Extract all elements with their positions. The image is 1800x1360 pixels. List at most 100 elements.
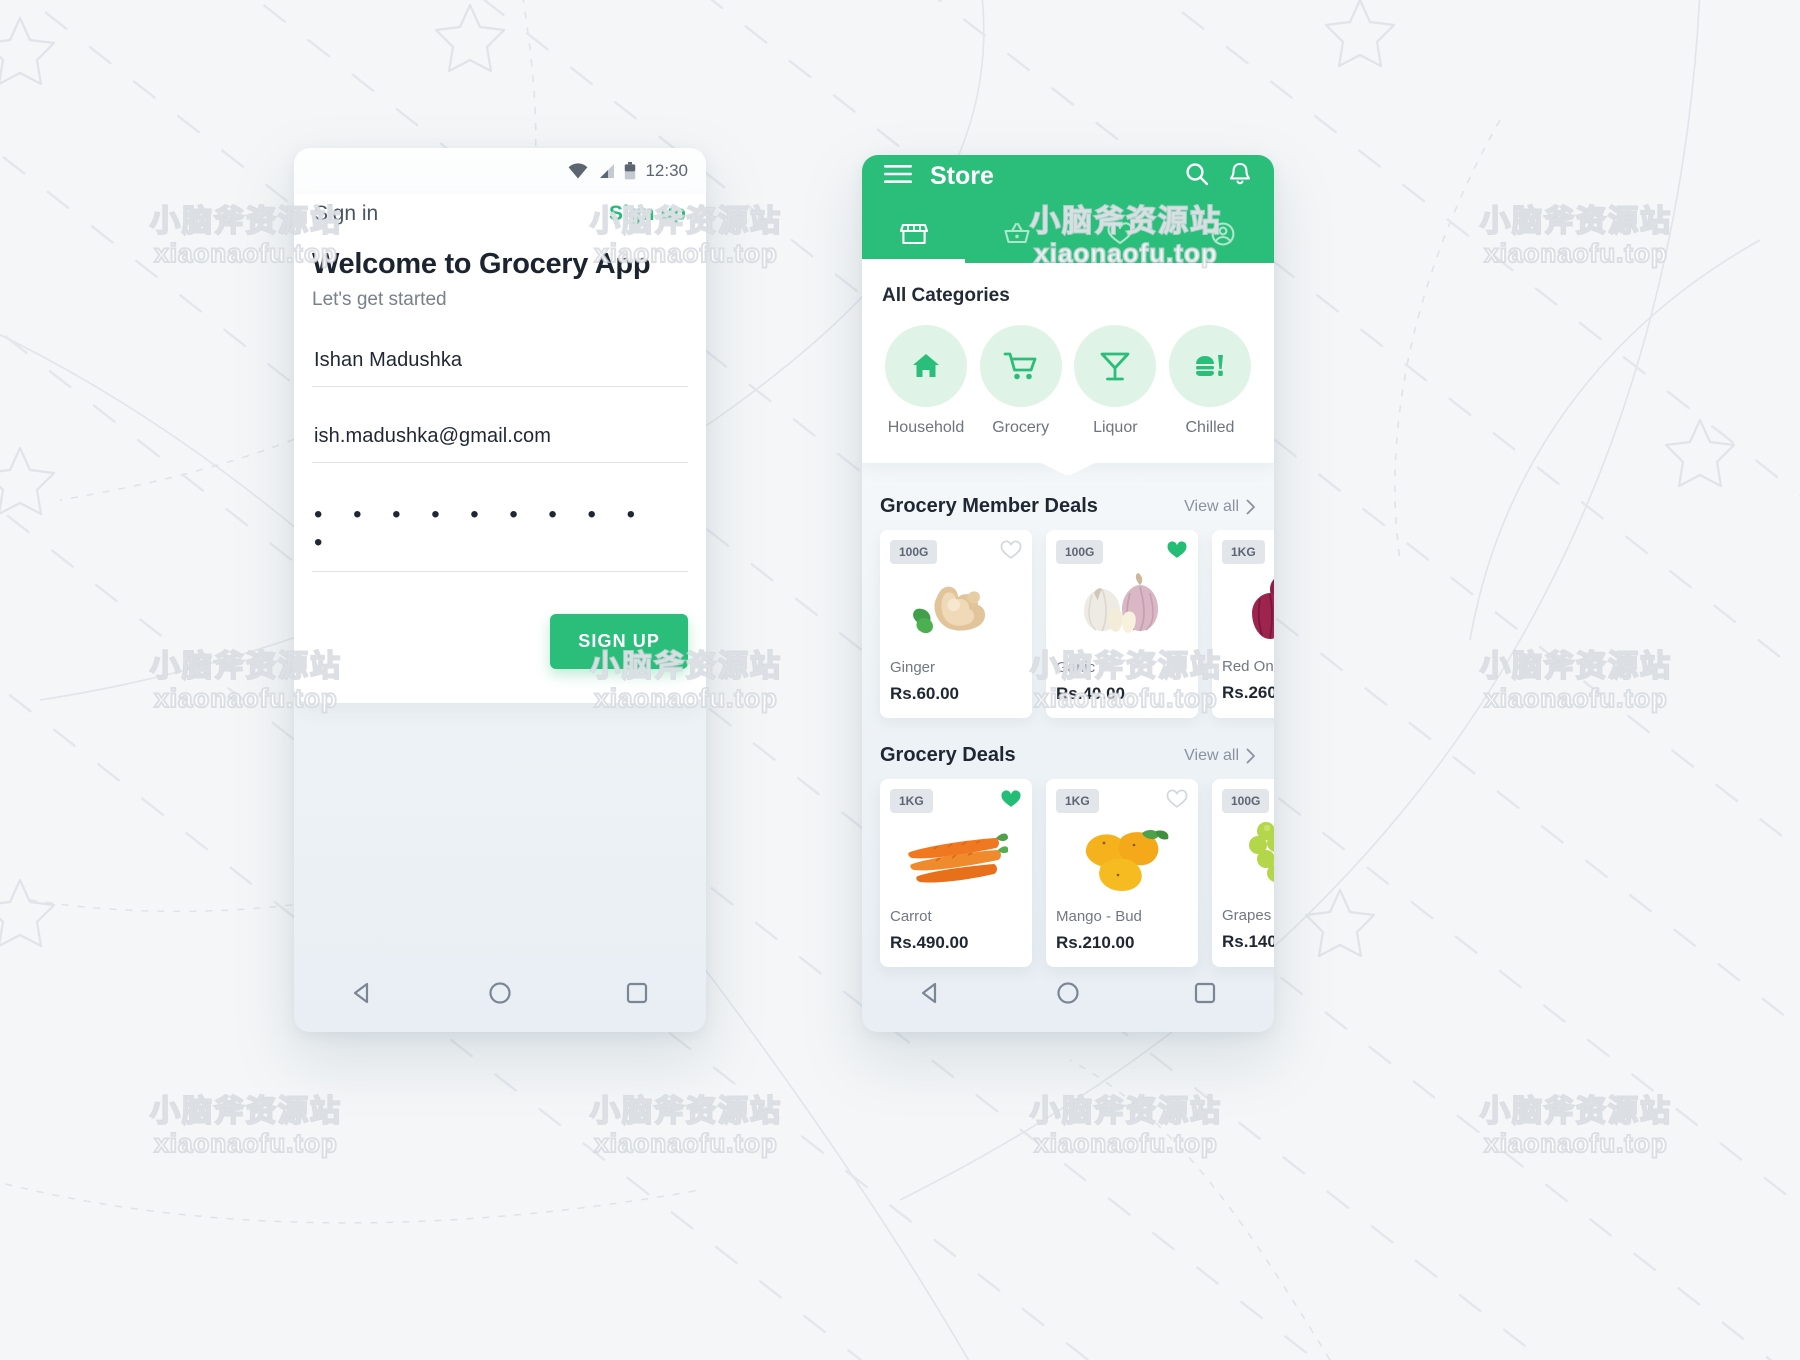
section-header-member-deals: Grocery Member Deals View all: [862, 485, 1274, 530]
product-price: Rs.210.00: [1056, 933, 1135, 952]
ginger-image: [890, 567, 1022, 649]
shopping-cart-icon: [979, 325, 1062, 407]
weight-badge: 1KG: [890, 789, 933, 813]
back-icon[interactable]: [350, 980, 376, 1011]
card-top: 1KG: [890, 789, 1022, 814]
product-price: Rs.260.00: [1222, 683, 1274, 702]
field-underline: [312, 571, 688, 572]
category-label: Household: [887, 419, 965, 436]
tab-sign-up[interactable]: Sign up: [609, 202, 686, 226]
categories-title: All Categories: [882, 285, 1010, 306]
password-field[interactable]: • • • • • • • • • •: [312, 501, 688, 571]
favorite-heart-filled-icon[interactable]: [1166, 540, 1188, 565]
store-content: Grocery Member Deals View all 100G Ginge…: [862, 485, 1274, 991]
section-header-grocery-deals: Grocery Deals View all: [862, 734, 1274, 779]
tab-store[interactable]: [862, 205, 965, 263]
categories-row: Household Grocery Liquor Chilled: [882, 325, 1254, 437]
category-grocery[interactable]: Grocery: [977, 325, 1065, 437]
weight-badge: 100G: [1222, 789, 1270, 813]
view-all-label: View all: [1184, 497, 1239, 515]
product-name: Carrot: [890, 908, 932, 925]
categories-card: All Categories Household Grocery Liquor …: [862, 263, 1274, 463]
product-price: Rs.490.00: [890, 933, 969, 952]
card-top: 100G: [1056, 540, 1188, 565]
page-subtitle: Let's get started: [312, 289, 447, 310]
search-icon[interactable]: [1184, 161, 1210, 192]
page-title: Store: [930, 161, 994, 190]
product-name: Red Onions: [1222, 658, 1274, 675]
recents-icon[interactable]: [624, 980, 650, 1011]
android-nav-bar: [862, 958, 1274, 1032]
notification-bell-icon[interactable]: [1228, 161, 1252, 192]
category-label: Grocery: [992, 419, 1050, 436]
card-top: 100G: [1222, 789, 1274, 813]
favorite-heart-outline-icon[interactable]: [1000, 540, 1022, 565]
tab-sign-in[interactable]: Sign in: [314, 202, 378, 226]
hamburger-menu-icon[interactable]: [884, 164, 912, 189]
full-name-field-group: Ishan Madushka: [312, 349, 688, 387]
category-label: Chilled: [1185, 419, 1235, 436]
category-chilled[interactable]: Chilled: [1166, 325, 1254, 437]
sign-up-button[interactable]: SIGN UP: [550, 614, 688, 669]
page-title: Welcome to Grocery App: [312, 248, 651, 280]
auth-tabs: Sign in Sign up: [312, 194, 688, 248]
bottom-sheet-handle[interactable]: [862, 459, 1274, 485]
product-card[interactable]: 100G Ginger Rs.60.00: [880, 530, 1032, 718]
red-onions-image: [1222, 566, 1274, 648]
store-app-bar: Store: [862, 155, 1274, 263]
full-name-field[interactable]: Ishan Madushka: [312, 349, 688, 386]
product-row-member-deals: 100G Ginger Rs.60.00 100G Garlic Rs.40.0…: [862, 530, 1274, 734]
view-all-link[interactable]: View all: [1184, 747, 1256, 765]
product-card[interactable]: 1KG: [1212, 530, 1274, 718]
weight-badge: 100G: [890, 540, 938, 564]
favorite-heart-filled-icon[interactable]: [1000, 789, 1022, 814]
product-name: Grapes - Gree: [1222, 907, 1274, 924]
tab-basket[interactable]: [965, 205, 1068, 263]
product-price: Rs.60.00: [890, 684, 959, 703]
home-icon[interactable]: [487, 980, 513, 1011]
product-card[interactable]: 100G: [1212, 779, 1274, 967]
product-name: Ginger: [890, 659, 936, 676]
product-card[interactable]: 100G: [1046, 530, 1198, 718]
home-icon[interactable]: [1055, 980, 1081, 1011]
weight-badge: 1KG: [1222, 540, 1265, 564]
view-all-label: View all: [1184, 746, 1239, 764]
product-card[interactable]: 1KG: [1046, 779, 1198, 967]
home-icon: [885, 325, 967, 407]
status-bar: 12:30: [294, 148, 706, 194]
grapes-image: [1222, 815, 1274, 897]
category-household[interactable]: Household: [882, 325, 970, 437]
card-top: 1KG: [1222, 540, 1274, 564]
tab-favorites[interactable]: [1068, 205, 1171, 263]
store-tab-bar: [862, 205, 1274, 263]
view-all-link[interactable]: View all: [1184, 498, 1256, 516]
email-field[interactable]: ish.madushka@gmail.com: [312, 425, 688, 462]
signal-icon: [600, 164, 615, 178]
weight-badge: 1KG: [1056, 789, 1099, 813]
app-bar-row: Store: [862, 155, 1274, 205]
mango-image: [1056, 816, 1188, 898]
product-card[interactable]: 1KG Carrot Rs.490.00: [880, 779, 1032, 967]
category-liquor[interactable]: Liquor: [1071, 325, 1159, 437]
field-underline: [312, 386, 688, 387]
android-nav-bar: [294, 958, 706, 1032]
card-top: 100G: [890, 540, 1022, 565]
signup-card: Sign in Sign up Welcome to Grocery App L…: [294, 194, 706, 703]
carrot-image: [890, 816, 1022, 898]
wifi-icon: [569, 163, 588, 179]
product-price: Rs.140.00: [1222, 932, 1274, 951]
favorite-heart-outline-icon[interactable]: [1166, 789, 1188, 814]
garlic-image: [1056, 567, 1188, 649]
section-title: Grocery Deals: [880, 744, 1016, 766]
chevron-right-icon: [1246, 499, 1255, 514]
card-top: 1KG: [1056, 789, 1188, 814]
product-row-grocery-deals: 1KG Carrot Rs.490.00 1KG Mango - Bud Rs.…: [862, 779, 1274, 983]
category-label: Liquor: [1093, 419, 1138, 436]
back-icon[interactable]: [918, 980, 944, 1011]
product-name: Garlic: [1056, 659, 1096, 676]
section-title: Grocery Member Deals: [880, 495, 1098, 517]
tab-account[interactable]: [1171, 205, 1274, 263]
recents-icon[interactable]: [1192, 980, 1218, 1011]
product-name: Mango - Bud: [1056, 908, 1142, 925]
password-field-group: • • • • • • • • • •: [312, 501, 688, 572]
